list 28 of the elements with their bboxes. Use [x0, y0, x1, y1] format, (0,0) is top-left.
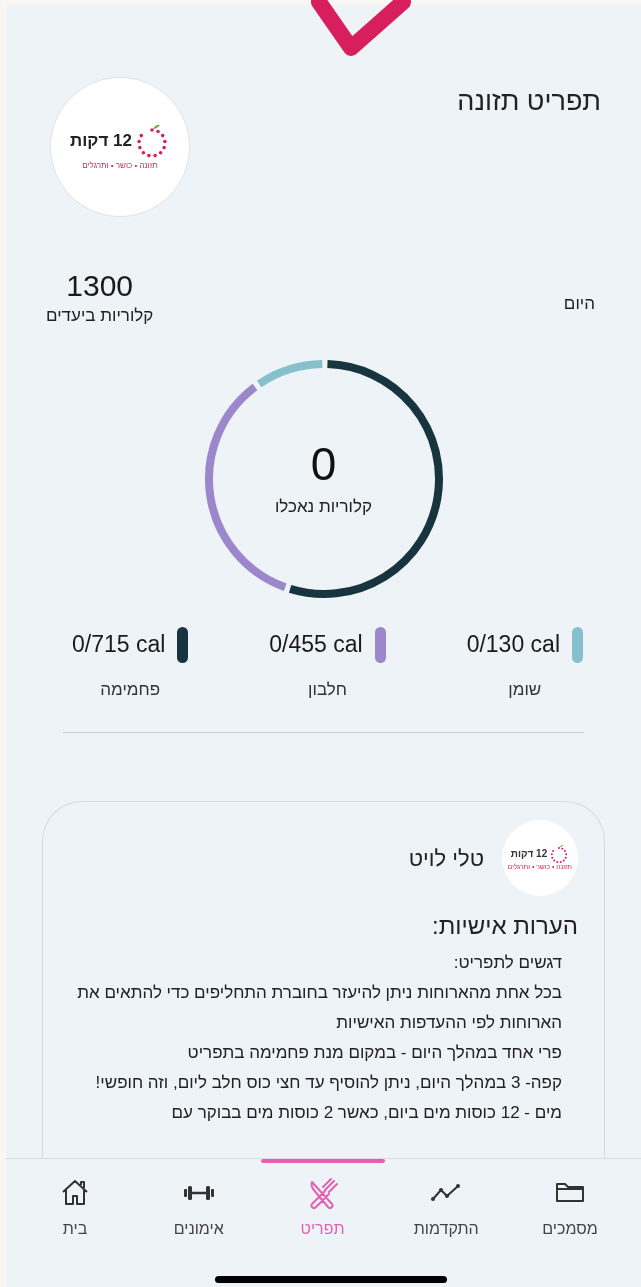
macro-calories: 0/715 cal: [72, 630, 166, 660]
page-title: תפריט תזונה: [457, 85, 601, 118]
nav-tab[interactable]: מסמכים: [511, 1177, 629, 1241]
dotted-apple-icon: [549, 843, 570, 864]
note-paragraph: בכל אחת מהארוחות ניתן להיעזר בחוברת התחליפים כדי להתאים את הארוחות לפי ההעדפות האישיות: [77, 982, 562, 1034]
logo-wordmark: 12 דקות: [510, 847, 548, 861]
logo-wordmark: 12 דקות: [70, 129, 132, 152]
macro-name: שומן: [508, 678, 542, 701]
dotted-apple-icon: [134, 122, 170, 159]
note-paragraph: קפה- 3 במהלך היום, ניתן להוסיף עד חצי כוס חלב ליום, וזה חופשי!: [94, 1072, 562, 1094]
nav-tab[interactable]: התקדמות: [387, 1177, 506, 1241]
eaten-calories-label: קלוריות נאכלו: [274, 495, 373, 518]
macro-name: פחמימה: [100, 678, 161, 701]
macro-calories: 0/130 cal: [466, 630, 560, 660]
eaten-calories-value: 0: [310, 437, 337, 490]
author-name: טלי לויט: [408, 844, 484, 873]
note-paragraph: פרי אחד במהלך היום - במקום מנת פחמימה בתפריט: [186, 1042, 562, 1064]
goal-calories-value: 1300: [66, 269, 134, 303]
logo-tagline: תזונה • כושר • ותרגלים: [82, 159, 158, 172]
nav-tab[interactable]: בית: [16, 1177, 134, 1241]
note-paragraph: מים - 12 כוסות מים ביום, כאשר 2 כוסות מים בבוקר עם: [170, 1102, 562, 1124]
day-label: היום: [563, 293, 595, 315]
notes-heading: הערות אישיות:: [430, 911, 578, 941]
goal-calories-label: קלוריות ביעדים: [46, 305, 154, 327]
nav-tab[interactable]: אימונים: [139, 1177, 258, 1241]
note-paragraph: דגשים לתפריט:: [452, 952, 562, 974]
macro-name: חלבון: [308, 678, 347, 701]
macro-calories: 0/455 cal: [269, 630, 363, 660]
